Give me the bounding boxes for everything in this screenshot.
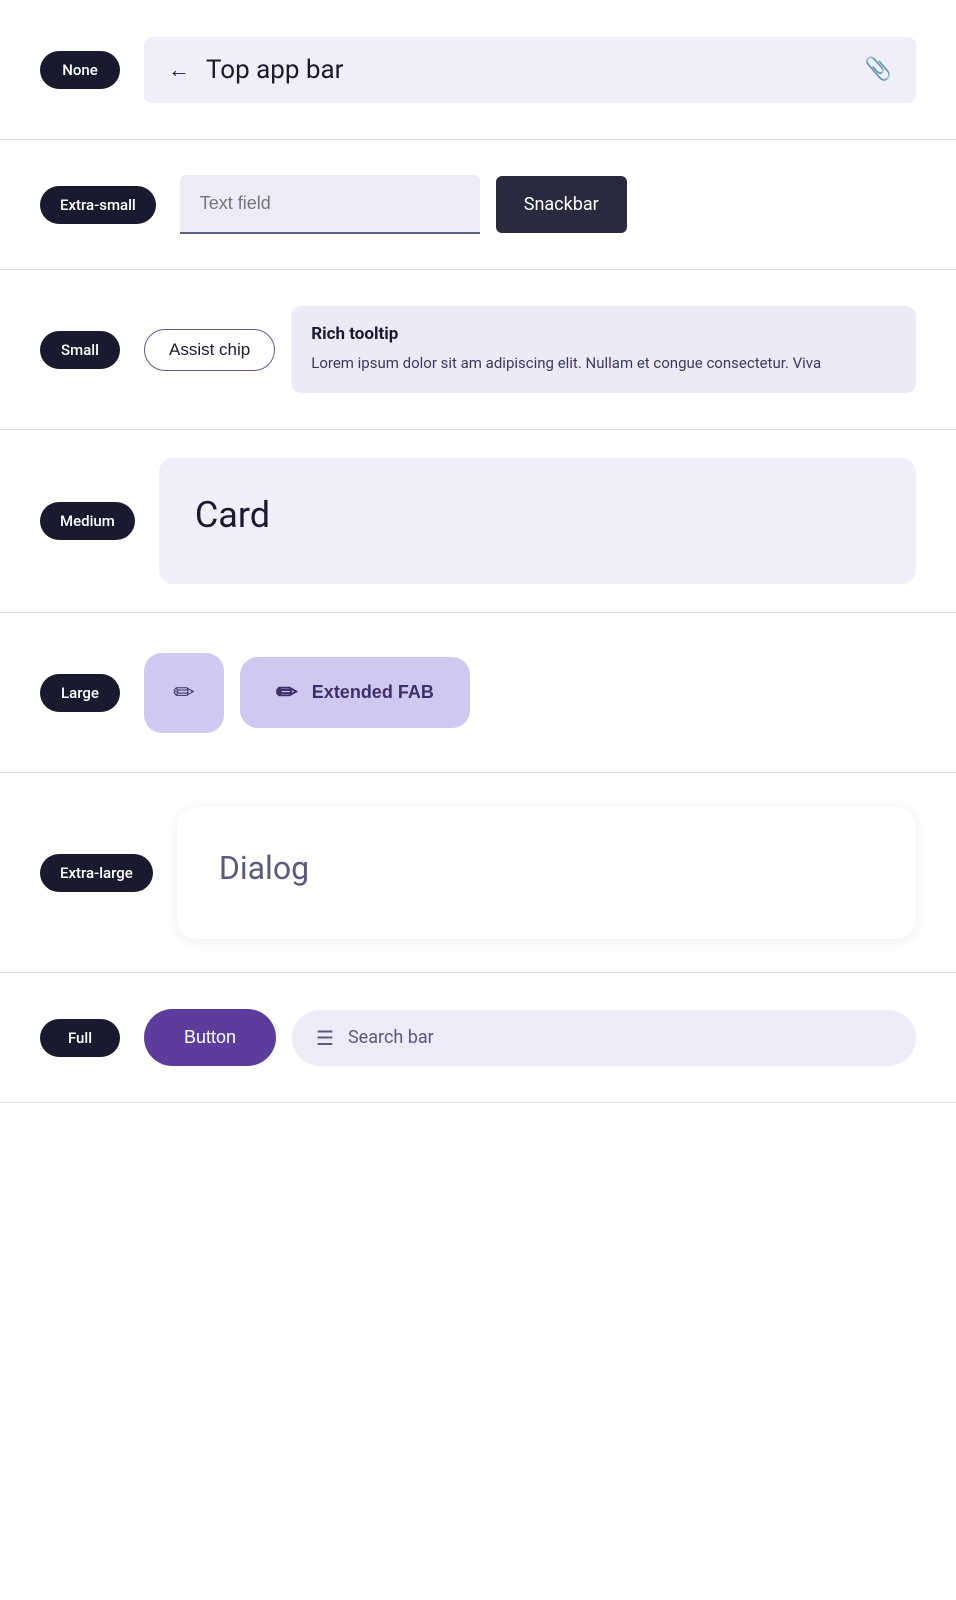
top-app-bar-left: ← Top app bar xyxy=(168,55,343,85)
row-none: None ← Top app bar 📎 xyxy=(0,0,956,140)
badge-small: Small xyxy=(40,331,120,369)
back-icon[interactable]: ← xyxy=(168,57,190,83)
extended-fab-label: Extended FAB xyxy=(312,682,434,703)
snackbar: Snackbar xyxy=(496,176,627,233)
menu-icon: ☰ xyxy=(316,1026,334,1050)
rich-tooltip-body: Lorem ipsum dolor sit am adipiscing elit… xyxy=(311,352,896,375)
content-area-large: ✏ ✏ Extended FAB xyxy=(144,653,916,733)
row-extra-large: Extra-large Dialog xyxy=(0,773,956,973)
badge-full: Full xyxy=(40,1019,120,1057)
card-title: Card xyxy=(195,494,270,536)
content-area-extra-large: Dialog xyxy=(177,807,916,939)
full-button[interactable]: Button xyxy=(144,1009,276,1066)
content-area-extra-small: Snackbar xyxy=(180,175,916,234)
badge-extra-small: Extra-small xyxy=(40,186,156,224)
content-area-full: Button ☰ Search bar xyxy=(144,1009,916,1066)
search-bar[interactable]: ☰ Search bar xyxy=(292,1010,916,1066)
top-app-bar-title: Top app bar xyxy=(206,55,343,85)
dialog: Dialog xyxy=(177,807,916,939)
rich-tooltip: Rich tooltip Lorem ipsum dolor sit am ad… xyxy=(291,306,916,393)
row-medium: Medium Card xyxy=(0,430,956,613)
content-area-medium: Card xyxy=(159,458,916,584)
row-extra-small: Extra-small Snackbar xyxy=(0,140,956,270)
paperclip-icon[interactable]: 📎 xyxy=(865,57,892,82)
row-full: Full Button ☰ Search bar xyxy=(0,973,956,1103)
extended-fab-button[interactable]: ✏ Extended FAB xyxy=(240,657,470,728)
badge-none: None xyxy=(40,51,120,89)
fab-icon: ✏ xyxy=(173,677,195,708)
search-bar-placeholder: Search bar xyxy=(348,1027,434,1048)
row-large: Large ✏ ✏ Extended FAB xyxy=(0,613,956,773)
content-area-none: ← Top app bar 📎 xyxy=(144,37,916,103)
content-area-small: Assist chip Rich tooltip Lorem ipsum dol… xyxy=(144,306,916,393)
badge-extra-large: Extra-large xyxy=(40,854,153,892)
badge-large: Large xyxy=(40,674,120,712)
card[interactable]: Card xyxy=(159,458,916,584)
extended-fab-icon: ✏ xyxy=(276,677,298,708)
fab-button[interactable]: ✏ xyxy=(144,653,224,733)
top-app-bar: ← Top app bar 📎 xyxy=(144,37,916,103)
dialog-title: Dialog xyxy=(219,849,309,887)
badge-medium: Medium xyxy=(40,502,135,540)
rich-tooltip-title: Rich tooltip xyxy=(311,324,896,344)
assist-chip[interactable]: Assist chip xyxy=(144,329,275,371)
row-small: Small Assist chip Rich tooltip Lorem ips… xyxy=(0,270,956,430)
text-field-input[interactable] xyxy=(180,175,480,234)
